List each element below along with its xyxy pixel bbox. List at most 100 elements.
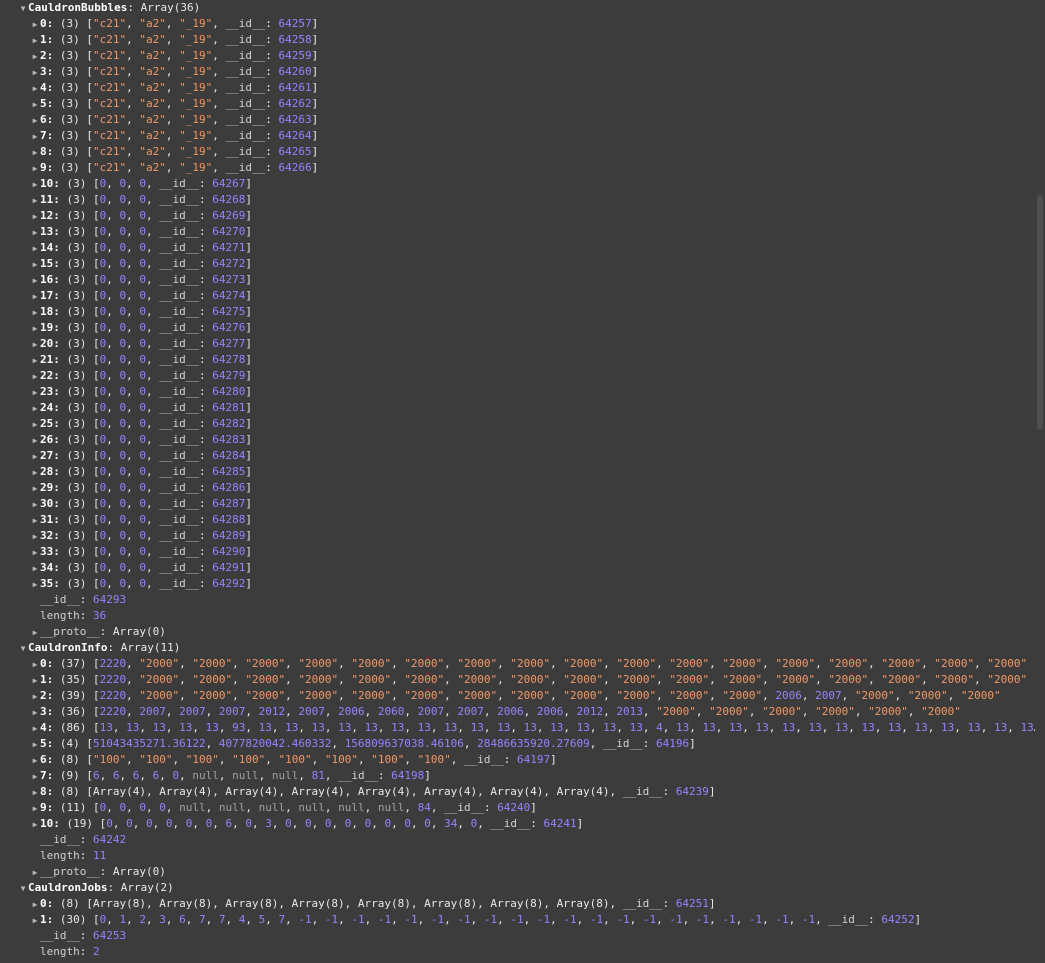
array-row[interactable]: ▶ 20: (3) [0, 0, 0, __id__: 64277] bbox=[0, 336, 1035, 352]
collapsed-triangle-icon[interactable]: ▶ bbox=[30, 465, 40, 480]
expanded-triangle-icon[interactable]: ▼ bbox=[18, 1, 28, 16]
array-row[interactable]: ▶ 25: (3) [0, 0, 0, __id__: 64282] bbox=[0, 416, 1035, 432]
collapsed-triangle-icon[interactable]: ▶ bbox=[30, 417, 40, 432]
array-row[interactable]: ▶ 1: (3) ["c21", "a2", "_19", __id__: 642… bbox=[0, 32, 1035, 48]
collapsed-triangle-icon[interactable]: ▶ bbox=[30, 113, 40, 128]
array-row[interactable]: ▶ 4: (3) ["c21", "a2", "_19", __id__: 642… bbox=[0, 80, 1035, 96]
section-header[interactable]: ▼ CauldronBubbles: Array(36) bbox=[0, 0, 1035, 16]
collapsed-triangle-icon[interactable]: ▶ bbox=[30, 241, 40, 256]
array-row[interactable]: ▶ 8: (8) [Array(4), Array(4), Array(4), A… bbox=[0, 784, 1035, 800]
collapsed-triangle-icon[interactable]: ▶ bbox=[30, 497, 40, 512]
collapsed-triangle-icon[interactable]: ▶ bbox=[30, 33, 40, 48]
array-row[interactable]: ▶ 6: (8) ["100", "100", "100", "100", "10… bbox=[0, 752, 1035, 768]
collapsed-triangle-icon[interactable]: ▶ bbox=[30, 81, 40, 96]
array-row[interactable]: ▶ 9: (3) ["c21", "a2", "_19", __id__: 642… bbox=[0, 160, 1035, 176]
collapsed-triangle-icon[interactable]: ▶ bbox=[30, 577, 40, 592]
vertical-scrollbar[interactable] bbox=[1035, 0, 1045, 963]
array-row[interactable]: ▶ 8: (3) ["c21", "a2", "_19", __id__: 642… bbox=[0, 144, 1035, 160]
array-row[interactable]: ▶ 9: (11) [0, 0, 0, 0, null, null, null, … bbox=[0, 800, 1035, 816]
array-row[interactable]: ▶ 29: (3) [0, 0, 0, __id__: 64286] bbox=[0, 480, 1035, 496]
array-row[interactable]: ▶ 5: (4) [51043435271.36122, 4077820042.4… bbox=[0, 736, 1035, 752]
proto-property[interactable]: ▶ __proto__: Array(0) bbox=[0, 864, 1035, 880]
array-row[interactable]: ▶ 18: (3) [0, 0, 0, __id__: 64275] bbox=[0, 304, 1035, 320]
collapsed-triangle-icon[interactable]: ▶ bbox=[30, 385, 40, 400]
array-row[interactable]: ▶ 27: (3) [0, 0, 0, __id__: 64284] bbox=[0, 448, 1035, 464]
collapsed-triangle-icon[interactable]: ▶ bbox=[30, 753, 40, 768]
array-row[interactable]: ▶ 10: (19) [0, 0, 0, 0, 0, 0, 6, 0, 3, 0,… bbox=[0, 816, 1035, 832]
collapsed-triangle-icon[interactable]: ▶ bbox=[30, 865, 40, 880]
collapsed-triangle-icon[interactable]: ▶ bbox=[30, 913, 40, 928]
collapsed-triangle-icon[interactable]: ▶ bbox=[30, 481, 40, 496]
collapsed-triangle-icon[interactable]: ▶ bbox=[30, 17, 40, 32]
collapsed-triangle-icon[interactable]: ▶ bbox=[30, 705, 40, 720]
collapsed-triangle-icon[interactable]: ▶ bbox=[30, 737, 40, 752]
array-row[interactable]: ▶ 28: (3) [0, 0, 0, __id__: 64285] bbox=[0, 464, 1035, 480]
collapsed-triangle-icon[interactable]: ▶ bbox=[30, 721, 40, 736]
expanded-triangle-icon[interactable]: ▼ bbox=[18, 641, 28, 656]
array-row[interactable]: ▶ 30: (3) [0, 0, 0, __id__: 64287] bbox=[0, 496, 1035, 512]
array-row[interactable]: ▶ 35: (3) [0, 0, 0, __id__: 64292] bbox=[0, 576, 1035, 592]
collapsed-triangle-icon[interactable]: ▶ bbox=[30, 209, 40, 224]
array-row[interactable]: ▶ 12: (3) [0, 0, 0, __id__: 64269] bbox=[0, 208, 1035, 224]
collapsed-triangle-icon[interactable]: ▶ bbox=[30, 689, 40, 704]
collapsed-triangle-icon[interactable]: ▶ bbox=[30, 897, 40, 912]
proto-property[interactable]: ▶ __proto__: Array(0) bbox=[0, 624, 1035, 640]
array-row[interactable]: ▶ 1: (30) [0, 1, 2, 3, 6, 7, 7, 4, 5, 7, … bbox=[0, 912, 1035, 928]
array-row[interactable]: ▶ 19: (3) [0, 0, 0, __id__: 64276] bbox=[0, 320, 1035, 336]
collapsed-triangle-icon[interactable]: ▶ bbox=[30, 401, 40, 416]
collapsed-triangle-icon[interactable]: ▶ bbox=[30, 129, 40, 144]
collapsed-triangle-icon[interactable]: ▶ bbox=[30, 529, 40, 544]
collapsed-triangle-icon[interactable]: ▶ bbox=[30, 305, 40, 320]
collapsed-triangle-icon[interactable]: ▶ bbox=[30, 97, 40, 112]
collapsed-triangle-icon[interactable]: ▶ bbox=[30, 657, 40, 672]
collapsed-triangle-icon[interactable]: ▶ bbox=[30, 193, 40, 208]
collapsed-triangle-icon[interactable]: ▶ bbox=[30, 49, 40, 64]
array-row[interactable]: ▶ 7: (3) ["c21", "a2", "_19", __id__: 642… bbox=[0, 128, 1035, 144]
array-row[interactable]: ▶ 13: (3) [0, 0, 0, __id__: 64270] bbox=[0, 224, 1035, 240]
array-row[interactable]: ▶ 14: (3) [0, 0, 0, __id__: 64271] bbox=[0, 240, 1035, 256]
array-row[interactable]: ▶ 21: (3) [0, 0, 0, __id__: 64278] bbox=[0, 352, 1035, 368]
array-row[interactable]: ▶ 0: (8) [Array(8), Array(8), Array(8), A… bbox=[0, 896, 1035, 912]
array-row[interactable]: ▶ 17: (3) [0, 0, 0, __id__: 64274] bbox=[0, 288, 1035, 304]
array-row[interactable]: ▶ 11: (3) [0, 0, 0, __id__: 64268] bbox=[0, 192, 1035, 208]
array-row[interactable]: ▶ 0: (37) [2220, "2000", "2000", "2000", … bbox=[0, 656, 1035, 672]
array-row[interactable]: ▶ 10: (3) [0, 0, 0, __id__: 64267] bbox=[0, 176, 1035, 192]
collapsed-triangle-icon[interactable]: ▶ bbox=[30, 257, 40, 272]
collapsed-triangle-icon[interactable]: ▶ bbox=[30, 785, 40, 800]
collapsed-triangle-icon[interactable]: ▶ bbox=[30, 65, 40, 80]
collapsed-triangle-icon[interactable]: ▶ bbox=[30, 289, 40, 304]
array-row[interactable]: ▶ 1: (35) [2220, "2000", "2000", "2000", … bbox=[0, 672, 1035, 688]
collapsed-triangle-icon[interactable]: ▶ bbox=[30, 673, 40, 688]
collapsed-triangle-icon[interactable]: ▶ bbox=[30, 433, 40, 448]
array-row[interactable]: ▶ 24: (3) [0, 0, 0, __id__: 64281] bbox=[0, 400, 1035, 416]
collapsed-triangle-icon[interactable]: ▶ bbox=[30, 273, 40, 288]
collapsed-triangle-icon[interactable]: ▶ bbox=[30, 369, 40, 384]
section-header[interactable]: ▼ CauldronJobs: Array(2) bbox=[0, 880, 1035, 896]
collapsed-triangle-icon[interactable]: ▶ bbox=[30, 561, 40, 576]
array-row[interactable]: ▶ 23: (3) [0, 0, 0, __id__: 64280] bbox=[0, 384, 1035, 400]
collapsed-triangle-icon[interactable]: ▶ bbox=[30, 337, 40, 352]
array-row[interactable]: ▶ 3: (3) ["c21", "a2", "_19", __id__: 642… bbox=[0, 64, 1035, 80]
array-row[interactable]: ▶ 31: (3) [0, 0, 0, __id__: 64288] bbox=[0, 512, 1035, 528]
collapsed-triangle-icon[interactable]: ▶ bbox=[30, 225, 40, 240]
collapsed-triangle-icon[interactable]: ▶ bbox=[30, 449, 40, 464]
array-row[interactable]: ▶ 5: (3) ["c21", "a2", "_19", __id__: 642… bbox=[0, 96, 1035, 112]
collapsed-triangle-icon[interactable]: ▶ bbox=[30, 625, 40, 640]
collapsed-triangle-icon[interactable]: ▶ bbox=[30, 513, 40, 528]
array-row[interactable]: ▶ 32: (3) [0, 0, 0, __id__: 64289] bbox=[0, 528, 1035, 544]
collapsed-triangle-icon[interactable]: ▶ bbox=[30, 769, 40, 784]
array-row[interactable]: ▶ 15: (3) [0, 0, 0, __id__: 64272] bbox=[0, 256, 1035, 272]
collapsed-triangle-icon[interactable]: ▶ bbox=[30, 817, 40, 832]
collapsed-triangle-icon[interactable]: ▶ bbox=[30, 177, 40, 192]
array-row[interactable]: ▶ 33: (3) [0, 0, 0, __id__: 64290] bbox=[0, 544, 1035, 560]
array-row[interactable]: ▶ 6: (3) ["c21", "a2", "_19", __id__: 642… bbox=[0, 112, 1035, 128]
scrollbar-thumb[interactable] bbox=[1037, 195, 1043, 430]
collapsed-triangle-icon[interactable]: ▶ bbox=[30, 801, 40, 816]
collapsed-triangle-icon[interactable]: ▶ bbox=[30, 353, 40, 368]
section-header[interactable]: ▼ CauldronInfo: Array(11) bbox=[0, 640, 1035, 656]
expanded-triangle-icon[interactable]: ▼ bbox=[18, 881, 28, 896]
array-row[interactable]: ▶ 4: (86) [13, 13, 13, 13, 13, 93, 13, 13… bbox=[0, 720, 1035, 736]
array-row[interactable]: ▶ 2: (3) ["c21", "a2", "_19", __id__: 642… bbox=[0, 48, 1035, 64]
collapsed-triangle-icon[interactable]: ▶ bbox=[30, 321, 40, 336]
collapsed-triangle-icon[interactable]: ▶ bbox=[30, 145, 40, 160]
